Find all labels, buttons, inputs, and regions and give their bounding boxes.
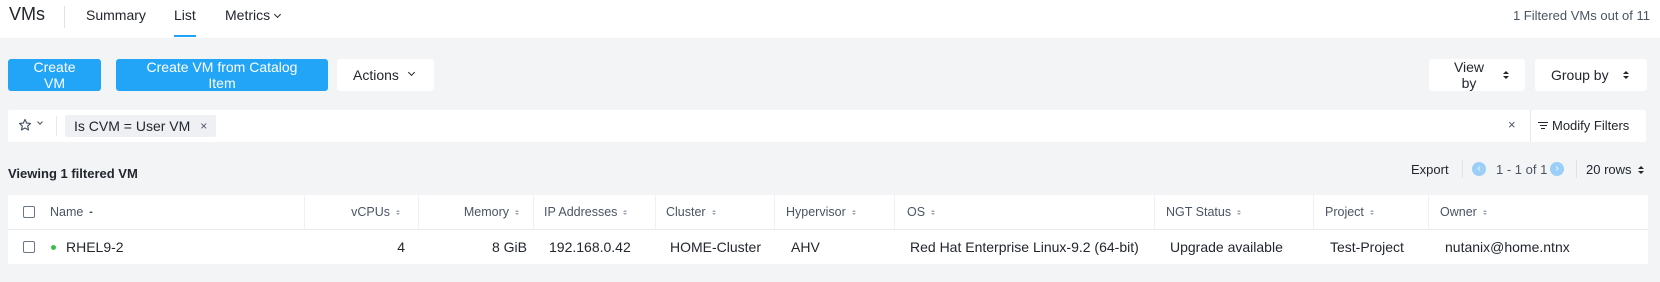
column-header-label: Name xyxy=(50,205,84,219)
cell-owner: nutanix@home.ntnx xyxy=(1445,239,1570,255)
column-header-name[interactable]: Name xyxy=(50,195,94,229)
actions-button[interactable]: Actions xyxy=(337,59,434,91)
tab-metrics[interactable]: Metrics xyxy=(225,7,282,23)
sort-icon xyxy=(1637,165,1644,174)
top-nav: VMs Summary List Metrics 1 Filtered VMs … xyxy=(0,0,1660,38)
group-by-label: Group by xyxy=(1551,67,1609,83)
export-button[interactable]: Export xyxy=(1411,162,1449,177)
filter-chip-label: Is CVM = User VM xyxy=(74,118,191,134)
sort-icon xyxy=(1369,209,1374,215)
filter-divider xyxy=(56,116,57,136)
cell-project: Test-Project xyxy=(1330,239,1404,255)
cell-os: Red Hat Enterprise Linux-9.2 (64-bit) xyxy=(910,239,1139,255)
table-header: Name vCPUs Memory IP Addresses Cluster H… xyxy=(8,195,1648,230)
filter-icon xyxy=(1538,120,1548,131)
cell-vcpus: 4 xyxy=(397,239,405,255)
sort-icon xyxy=(1503,71,1509,79)
rows-per-page-label: 20 rows xyxy=(1586,162,1632,177)
cell-memory: 8 GiB xyxy=(491,239,527,255)
column-header-label: Memory xyxy=(463,205,509,219)
vm-name: RHEL9-2 xyxy=(66,239,124,255)
vm-name-link[interactable]: RHEL9-2 xyxy=(51,230,124,264)
column-header-hypervisor[interactable]: Hypervisor xyxy=(774,195,894,229)
star-icon xyxy=(18,118,32,131)
tab-metrics-label: Metrics xyxy=(225,7,271,23)
status-dot-icon xyxy=(51,244,56,250)
column-header-ip[interactable]: IP Addresses xyxy=(533,195,655,229)
column-header-ngt[interactable]: NGT Status xyxy=(1154,195,1313,229)
view-by-button[interactable]: View by xyxy=(1429,59,1525,91)
filter-chip[interactable]: Is CVM = User VM × xyxy=(65,115,217,137)
column-header-label: Owner xyxy=(1440,205,1477,219)
cell-ngt-status: Upgrade available xyxy=(1170,239,1283,255)
checkbox-box xyxy=(23,206,35,218)
column-header-project[interactable]: Project xyxy=(1313,195,1428,229)
pagination-divider xyxy=(1576,160,1577,178)
column-header-label: Hypervisor xyxy=(786,205,846,219)
viewing-count: Viewing 1 filtered VM xyxy=(8,166,138,181)
sort-icon xyxy=(851,209,856,215)
column-header-label: Project xyxy=(1325,205,1364,219)
create-vm-button[interactable]: Create VM xyxy=(8,59,101,91)
column-header-label: Cluster xyxy=(666,205,706,219)
column-header-os[interactable]: OS xyxy=(894,195,1154,229)
cell-hypervisor: AHV xyxy=(791,239,820,255)
sort-icon xyxy=(711,209,716,215)
create-vm-from-catalog-button[interactable]: Create VM from Catalog Item xyxy=(116,59,328,91)
column-header-owner[interactable]: Owner xyxy=(1428,195,1648,229)
modify-filters-label: Modify Filters xyxy=(1552,118,1630,133)
column-header-label: NGT Status xyxy=(1166,205,1232,219)
chevron-down-icon xyxy=(407,68,415,76)
chevron-left-icon[interactable]: ‹ xyxy=(1472,162,1486,176)
pagination-divider xyxy=(1462,160,1463,178)
sort-icon xyxy=(1622,71,1629,79)
column-header-memory[interactable]: Memory xyxy=(418,195,533,229)
page-range: 1 - 1 of 1 xyxy=(1496,162,1548,177)
actions-label: Actions xyxy=(353,67,399,83)
view-by-label: View by xyxy=(1453,59,1485,91)
sort-icon xyxy=(931,209,936,215)
column-header-label: IP Addresses xyxy=(544,205,618,219)
cell-ip: 192.168.0.42 xyxy=(549,239,631,255)
favorites-dropdown[interactable] xyxy=(18,118,43,132)
modify-filters-button[interactable]: Modify Filters xyxy=(1538,118,1629,133)
chevron-down-icon xyxy=(274,10,282,19)
column-header-vcpus[interactable]: vCPUs xyxy=(304,195,426,229)
close-icon[interactable]: × xyxy=(200,119,207,133)
sort-icon xyxy=(89,211,94,213)
sort-icon xyxy=(1482,209,1487,215)
select-all-checkbox[interactable] xyxy=(23,195,35,229)
chevron-down-icon xyxy=(37,119,43,125)
tab-summary[interactable]: Summary xyxy=(86,7,146,23)
column-header-label: OS xyxy=(907,205,926,219)
cell-cluster: HOME-Cluster xyxy=(670,239,762,255)
row-checkbox[interactable] xyxy=(23,230,35,264)
title-divider xyxy=(64,6,65,28)
table-row[interactable]: RHEL9-2 4 8 GiB 192.168.0.42 HOME-Cluste… xyxy=(8,230,1648,264)
filter-divider xyxy=(1530,110,1531,142)
column-header-cluster[interactable]: Cluster xyxy=(655,195,774,229)
chevron-right-icon[interactable]: › xyxy=(1550,162,1564,176)
clear-filters-button[interactable]: × xyxy=(1508,117,1516,132)
page-title: VMs xyxy=(9,4,45,24)
sort-icon xyxy=(1237,209,1242,215)
column-header-label: vCPUs xyxy=(351,205,390,219)
vm-table: Name vCPUs Memory IP Addresses Cluster H… xyxy=(8,195,1648,264)
tab-list[interactable]: List xyxy=(174,7,196,37)
filtered-count: 1 Filtered VMs out of 11 xyxy=(1512,8,1650,23)
checkbox-box xyxy=(23,241,35,253)
sort-icon xyxy=(515,209,519,215)
sort-icon xyxy=(396,209,400,215)
sort-icon xyxy=(623,209,628,215)
filter-bar: Is CVM = User VM × × Modify Filters xyxy=(8,110,1646,142)
rows-per-page-select[interactable]: 20 rows xyxy=(1586,162,1644,177)
group-by-button[interactable]: Group by xyxy=(1535,59,1647,91)
